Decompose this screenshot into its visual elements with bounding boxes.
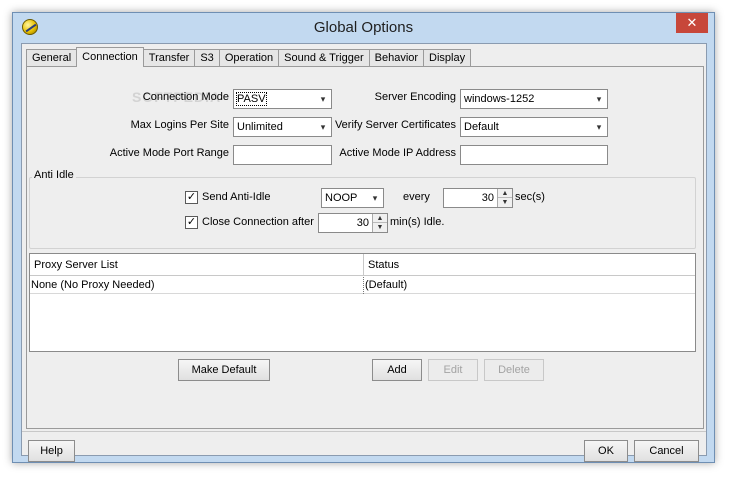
- anti-idle-command-value: NOOP: [325, 192, 358, 204]
- spin-down-icon[interactable]: ▼: [498, 198, 512, 207]
- anti-idle-interval-value: 30: [481, 192, 494, 204]
- verify-certificates-value: Default: [464, 121, 499, 133]
- help-button[interactable]: Help: [28, 440, 75, 462]
- active-ip-label: Active Mode IP Address: [339, 147, 456, 159]
- column-header-proxy-server-list[interactable]: Proxy Server List: [30, 254, 363, 276]
- proxy-status-cell: (Default): [363, 277, 695, 294]
- active-port-range-label: Active Mode Port Range: [109, 147, 229, 159]
- verify-certificates-select[interactable]: Default ▾: [460, 117, 608, 137]
- tab-general[interactable]: General: [26, 49, 78, 67]
- close-connection-label: Close Connection after: [202, 216, 314, 228]
- spin-down-icon[interactable]: ▼: [373, 223, 387, 232]
- column-header-status[interactable]: Status: [363, 254, 695, 276]
- spinner-buttons: ▲ ▼: [497, 189, 512, 207]
- tab-display[interactable]: Display: [423, 49, 472, 67]
- delete-button[interactable]: Delete: [484, 359, 544, 381]
- tab-behavior[interactable]: Behavior: [368, 49, 425, 67]
- check-icon: ✓: [186, 191, 197, 203]
- tab-sound-trigger[interactable]: Sound & Trigger: [278, 49, 370, 67]
- global-options-window: Global Options ✕ General Connection Tran…: [12, 12, 715, 463]
- anti-idle-command-select[interactable]: NOOP ▾: [321, 188, 384, 208]
- edit-button[interactable]: Edit: [428, 359, 478, 381]
- send-anti-idle-label: Send Anti-Idle: [202, 191, 271, 203]
- max-logins-value: Unlimited: [237, 121, 283, 133]
- send-anti-idle-checkbox[interactable]: ✓: [185, 191, 198, 204]
- window-title: Global Options: [313, 19, 414, 36]
- close-connection-checkbox[interactable]: ✓: [185, 216, 198, 229]
- server-encoding-select[interactable]: windows-1252 ▾: [460, 89, 608, 109]
- ok-button[interactable]: OK: [584, 440, 628, 462]
- connection-panel: SOFTPEDIA Connection Mode PASV ▾ Max Log…: [26, 66, 704, 429]
- active-ip-input[interactable]: [460, 145, 608, 165]
- spinner-buttons: ▲ ▼: [372, 214, 387, 232]
- spin-up-icon[interactable]: ▲: [498, 189, 512, 198]
- interval-unit-label: sec(s): [515, 191, 545, 203]
- close-connection-spinner[interactable]: 30 ▲ ▼: [318, 213, 388, 233]
- proxy-server-table: Proxy Server List Status None (No Proxy …: [29, 253, 696, 352]
- every-label: every: [403, 191, 430, 203]
- close-connection-value: 30: [356, 217, 369, 229]
- verify-certificates-label: Verify Server Certificates: [334, 119, 456, 131]
- server-encoding-value: windows-1252: [464, 93, 535, 105]
- connection-mode-label: Connection Mode: [142, 91, 229, 103]
- spin-up-icon[interactable]: ▲: [373, 214, 387, 223]
- table-row[interactable]: None (No Proxy Needed) (Default): [30, 277, 695, 294]
- server-encoding-label: Server Encoding: [374, 91, 456, 103]
- tab-operation[interactable]: Operation: [218, 49, 280, 67]
- add-button[interactable]: Add: [372, 359, 422, 381]
- table-header: Proxy Server List Status: [30, 254, 695, 276]
- tab-s3[interactable]: S3: [194, 49, 220, 67]
- anti-idle-interval-spinner[interactable]: 30 ▲ ▼: [443, 188, 513, 208]
- tab-bar: General Connection Transfer S3 Operation…: [26, 47, 472, 67]
- dialog-body: General Connection Transfer S3 Operation…: [21, 43, 707, 462]
- idle-unit-label: min(s) Idle.: [390, 216, 445, 228]
- footer-divider: [22, 431, 706, 432]
- chevron-down-icon: ▾: [372, 193, 378, 203]
- anti-idle-legend: Anti Idle: [32, 169, 76, 181]
- connection-mode-select[interactable]: PASV ▾: [233, 89, 332, 109]
- chevron-down-icon: ▾: [596, 94, 602, 104]
- tab-connection[interactable]: Connection: [76, 47, 144, 67]
- max-logins-label: Max Logins Per Site: [130, 119, 229, 131]
- tab-transfer[interactable]: Transfer: [142, 49, 196, 67]
- title-bar[interactable]: Global Options ✕: [13, 13, 714, 43]
- connection-mode-value: PASV: [236, 92, 267, 106]
- close-button[interactable]: ✕: [676, 13, 708, 33]
- cancel-button[interactable]: Cancel: [634, 440, 699, 462]
- check-icon: ✓: [186, 216, 197, 228]
- chevron-down-icon: ▾: [596, 122, 602, 132]
- proxy-name-cell: None (No Proxy Needed): [31, 279, 155, 291]
- make-default-button[interactable]: Make Default: [178, 359, 270, 381]
